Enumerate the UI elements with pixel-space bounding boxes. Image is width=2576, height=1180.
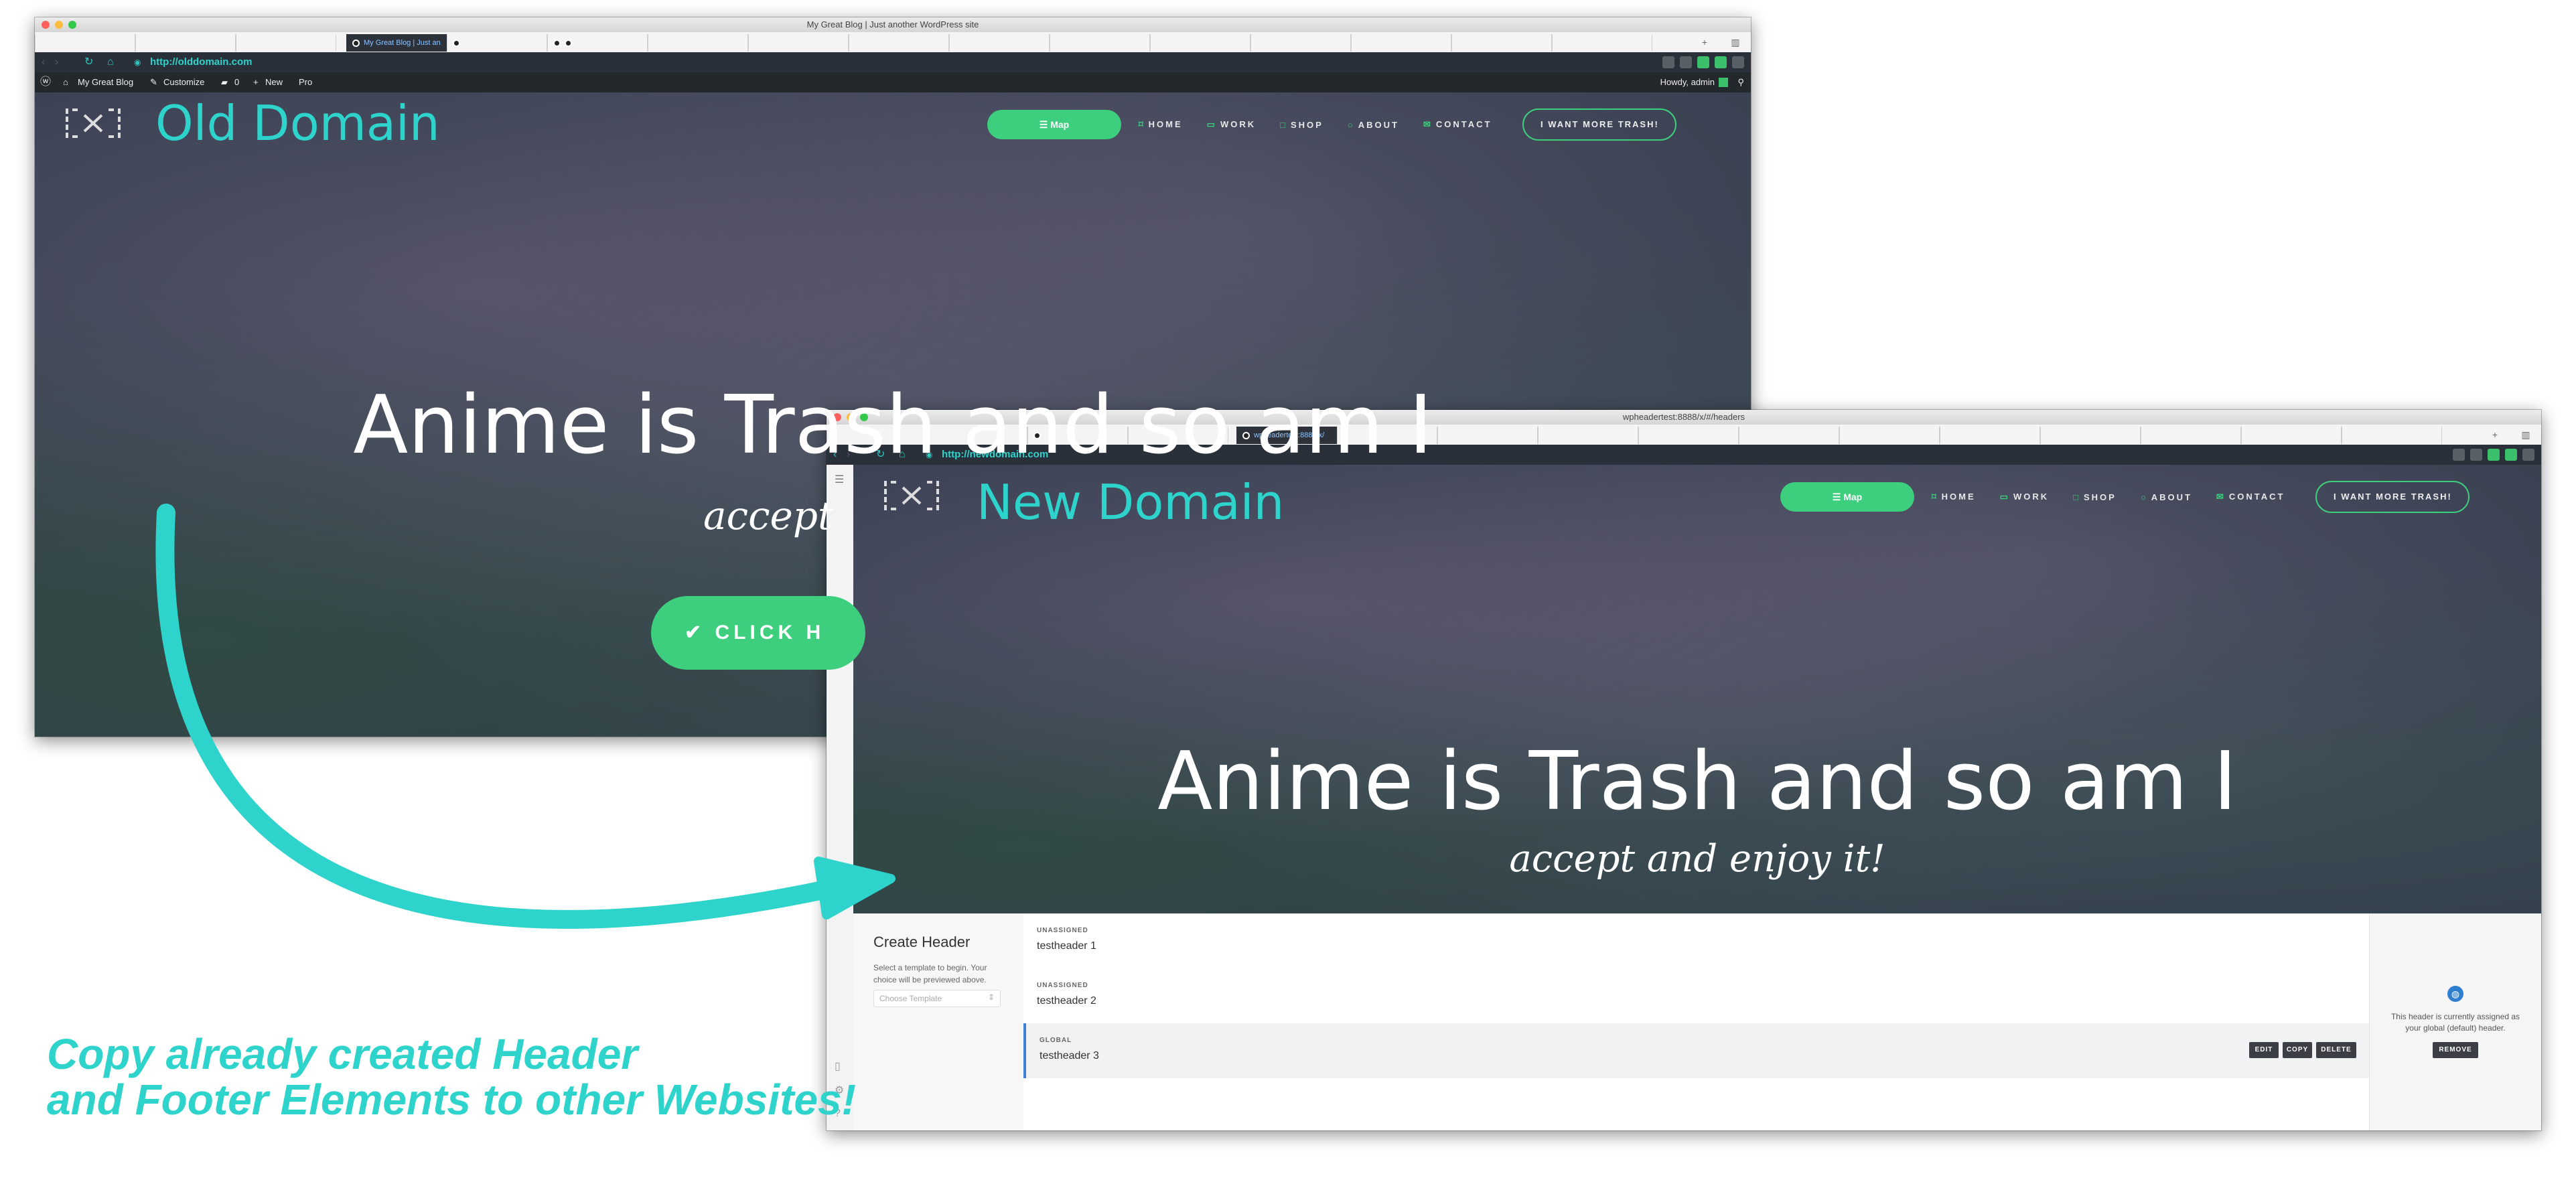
click-here-button[interactable]: ✔ CLICK H: [651, 596, 865, 670]
nav-item-contact[interactable]: ✉ CONTACT: [1423, 119, 1492, 130]
mail-icon: ✉: [1423, 119, 1431, 129]
mail-icon: ✉: [2216, 492, 2224, 502]
map-button[interactable]: ☰ Map: [1780, 482, 1914, 512]
nav-item-shop[interactable]: □ SHOP: [2073, 492, 2117, 502]
nav-label: CONTACT: [2228, 492, 2285, 502]
cta-button[interactable]: I WANT MORE TRASH!: [1522, 108, 1677, 141]
circle-icon: ○: [1347, 119, 1353, 130]
nav-label: SHOP: [1291, 119, 1323, 130]
menu-icon: ☰: [1039, 119, 1051, 130]
nav-item-home[interactable]: ⌑ HOME: [1139, 119, 1183, 130]
hero-subtitle: accept: [703, 493, 834, 538]
bag-icon: □: [1280, 119, 1285, 130]
caption-line-2: and Footer Elements to other Websites!: [47, 1076, 856, 1124]
check-icon: ✔: [685, 621, 715, 644]
site-title[interactable]: Old Domain: [155, 95, 440, 151]
cta-button[interactable]: I WANT MORE TRASH!: [2315, 481, 2470, 513]
main-navigation: ☰ Map ⌑ HOME ▭ WORK □ SHOP ○ ABOUT ✉ CONTACT …: [1780, 481, 2470, 513]
bag-icon: □: [2073, 492, 2078, 502]
click-button-label: CLICK H: [715, 621, 825, 644]
site-logo-icon[interactable]: [64, 107, 122, 139]
nav-label: ABOUT: [1358, 119, 1399, 130]
nav-label: WORK: [2013, 492, 2050, 502]
map-button-label: Map: [1843, 492, 1863, 502]
nav-label: CONTACT: [1435, 119, 1492, 129]
nav-item-shop[interactable]: □ SHOP: [1280, 120, 1323, 130]
nav-label: SHOP: [2084, 492, 2117, 502]
nav-item-home[interactable]: ⌑ HOME: [1932, 492, 1976, 502]
folder-icon: ▭: [1206, 119, 1215, 129]
main-navigation: ☰ Map ⌑ HOME ▭ WORK □ SHOP ○ ABOUT ✉ CONTACT …: [987, 108, 1677, 141]
site-title[interactable]: New Domain: [977, 474, 1284, 530]
menu-icon: ☰: [1832, 492, 1844, 502]
nav-label: ABOUT: [2151, 492, 2192, 502]
caption-line-1: Copy already created Header: [47, 1030, 638, 1078]
bookmark-icon: ⌑: [1932, 492, 1936, 502]
site-logo-icon[interactable]: [883, 480, 940, 512]
circle-icon: ○: [2140, 492, 2146, 502]
nav-item-contact[interactable]: ✉ CONTACT: [2216, 492, 2285, 502]
hero-subtitle: accept and enjoy it!: [1509, 837, 1885, 881]
hero-title: Anime is Trash and so am I: [353, 379, 1433, 472]
nav-item-about[interactable]: ○ ABOUT: [2141, 492, 2192, 502]
nav-item-work[interactable]: ▭ WORK: [2000, 492, 2049, 502]
nav-label: HOME: [1941, 492, 1976, 502]
nav-item-work[interactable]: ▭ WORK: [1207, 119, 1256, 130]
arrow-graphic: [155, 504, 896, 929]
bookmark-icon: ⌑: [1139, 119, 1143, 129]
hero-title: Anime is Trash and so am I: [1157, 735, 2237, 828]
map-button-label: Map: [1050, 119, 1070, 130]
nav-label: WORK: [1220, 119, 1257, 129]
nav-label: HOME: [1148, 119, 1183, 129]
folder-icon: ▭: [1999, 492, 2008, 502]
map-button[interactable]: ☰ Map: [987, 110, 1121, 139]
nav-item-about[interactable]: ○ ABOUT: [1348, 120, 1399, 130]
